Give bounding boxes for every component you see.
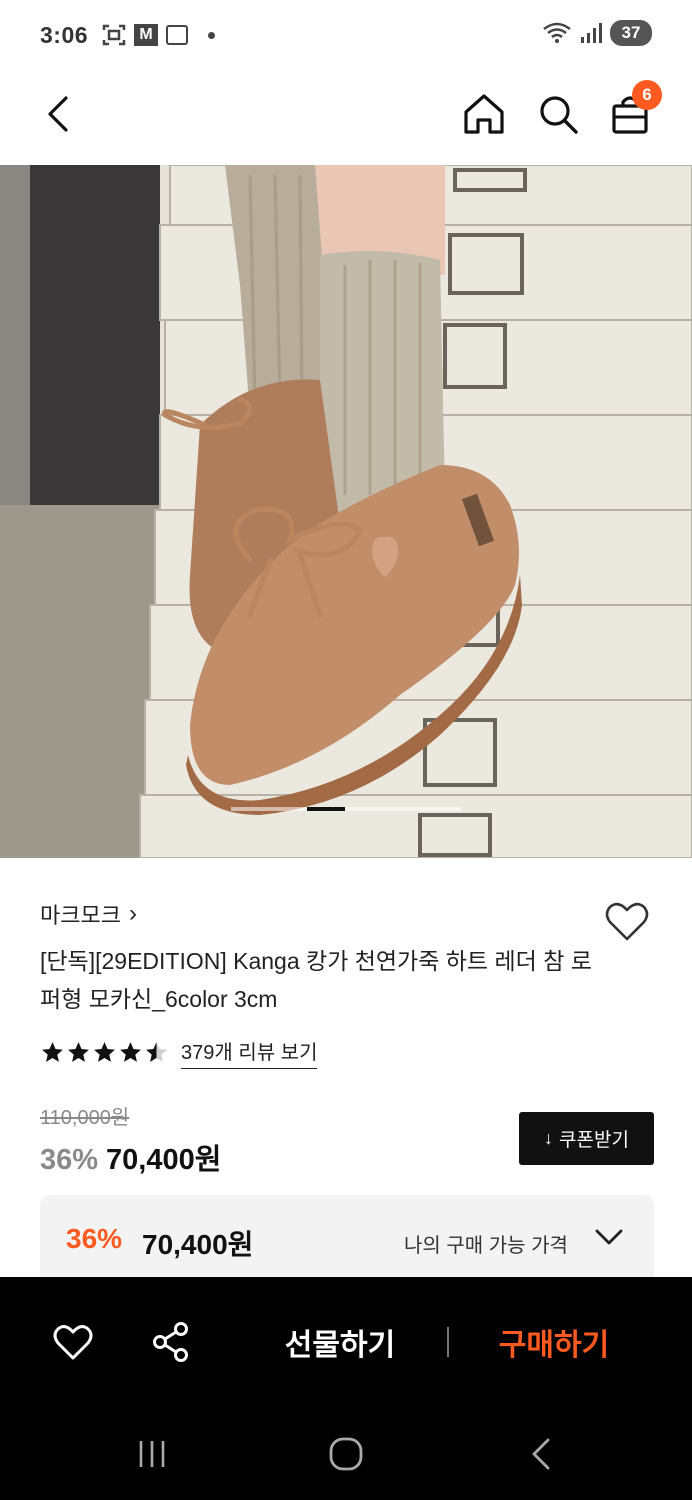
share-icon xyxy=(153,1322,188,1362)
recent-apps-icon xyxy=(139,1441,165,1467)
star-icon xyxy=(42,1042,63,1062)
share-button[interactable] xyxy=(146,1317,196,1367)
gift-button[interactable]: 선물하기 xyxy=(270,1317,410,1367)
product-title: [단독][29EDITION] Kanga 캉가 천연가죽 하트 레더 참 로퍼… xyxy=(40,948,592,1012)
status-system-icons: 37 xyxy=(542,20,652,46)
my-price-discount: 36% xyxy=(66,1223,123,1254)
cart-button[interactable]: 6 xyxy=(604,80,662,140)
coupon-button-label: 쿠폰받기 xyxy=(559,1130,629,1151)
notification-box-icon xyxy=(166,25,189,45)
signal-icon xyxy=(581,23,602,43)
star-icon xyxy=(120,1042,141,1062)
my-price-value: 70,400원 xyxy=(142,1229,254,1260)
discount-rate: 36% xyxy=(40,1144,99,1176)
status-notification-icons: M xyxy=(102,24,216,46)
rating-row: 379개 리뷰 보기 xyxy=(40,1036,318,1069)
product-image-carousel[interactable] xyxy=(0,165,692,858)
back-nav-button[interactable] xyxy=(516,1431,566,1477)
search-icon xyxy=(540,96,578,134)
reviews-link[interactable]: 379개 리뷰 보기 xyxy=(181,1036,318,1069)
recent-apps-button[interactable] xyxy=(127,1431,177,1477)
home-icon xyxy=(464,94,504,134)
carousel-active-segment xyxy=(307,807,345,811)
action-divider xyxy=(447,1327,449,1357)
star-icon xyxy=(94,1042,115,1062)
bottom-wishlist-button[interactable] xyxy=(48,1317,98,1367)
original-price: 110,000원 xyxy=(40,1107,130,1129)
buy-button[interactable]: 구매하기 xyxy=(484,1317,624,1367)
brand-name: 마크모크 xyxy=(40,903,121,928)
home-nav-button[interactable] xyxy=(321,1431,371,1477)
my-price-dropdown[interactable]: 36% 70,400원 나의 구매 가능 가격 xyxy=(40,1195,654,1277)
chevron-right-icon: › xyxy=(128,900,137,927)
carousel-indicator xyxy=(231,807,461,811)
sale-price: 70,400원 xyxy=(106,1144,222,1176)
back-arrow-icon xyxy=(532,1438,550,1470)
battery-indicator: 37 xyxy=(610,20,652,46)
wifi-icon xyxy=(543,22,571,43)
product-photo xyxy=(0,165,692,858)
app-header: 6 xyxy=(0,70,692,165)
status-bar: 3:06 M 37 xyxy=(0,0,692,70)
my-price-label: 나의 구매 가능 가격 xyxy=(404,1235,568,1257)
back-button[interactable] xyxy=(32,88,84,140)
search-button[interactable] xyxy=(532,88,584,140)
wishlist-button[interactable] xyxy=(602,896,652,946)
coupon-button[interactable]: ↓ 쿠폰받기 xyxy=(519,1112,654,1165)
heart-outline-icon xyxy=(53,1325,93,1360)
chevron-left-icon xyxy=(48,96,68,132)
home-button[interactable] xyxy=(458,88,510,140)
star-icon xyxy=(68,1042,89,1062)
star-half-icon xyxy=(146,1042,167,1062)
home-circle-icon xyxy=(329,1437,363,1471)
screenshot-icon xyxy=(102,24,126,46)
download-icon: ↓ xyxy=(544,1128,554,1148)
cart-count-badge: 6 xyxy=(632,80,662,110)
heart-outline-icon xyxy=(605,902,649,941)
status-time: 3:06 xyxy=(40,21,89,48)
gmail-icon: M xyxy=(134,24,159,46)
more-notifications-dot-icon xyxy=(208,31,216,39)
rating-stars xyxy=(40,1040,169,1065)
system-navigation-bar xyxy=(0,1409,692,1500)
bottom-action-bar: 선물하기 구매하기 xyxy=(0,1277,692,1409)
brand-link[interactable]: 마크모크 › xyxy=(40,898,137,930)
price-row: 36% 70,400원 xyxy=(40,1136,221,1178)
chevron-down-icon xyxy=(595,1229,623,1245)
